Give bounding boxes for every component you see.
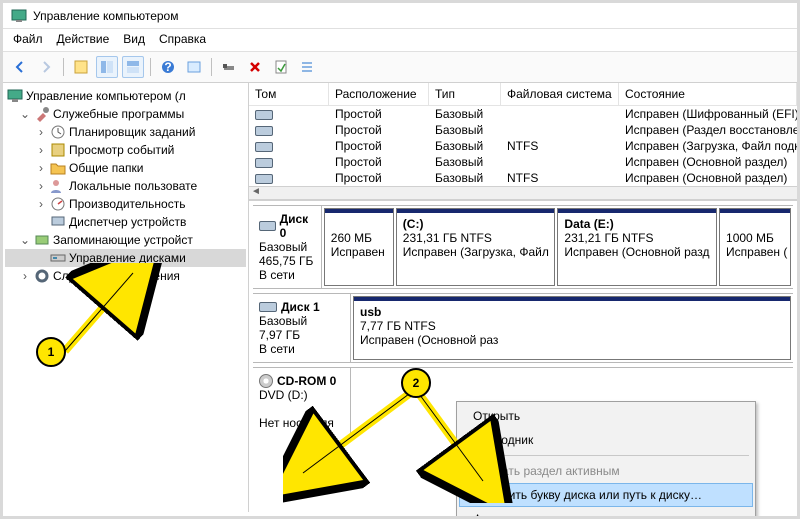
ctx-change-drive-letter[interactable]: Изменить букву диска или путь к диску… — [459, 483, 753, 507]
diskmgmt-icon — [50, 250, 66, 266]
menu-help[interactable]: Справка — [159, 32, 206, 46]
disk1-row[interactable]: Диск 1 Базовый 7,97 ГБ В сети usb7,77 ГБ… — [253, 293, 793, 363]
show-hide-tree-button[interactable] — [70, 56, 92, 78]
computer-management-window: Управление компьютером Файл Действие Вид… — [0, 0, 800, 519]
expand-icon[interactable]: › — [35, 197, 47, 211]
ctx-make-active: Сделать раздел активным — [459, 459, 753, 483]
disk1-partitions: usb7,77 ГБ NTFSИсправен (Основной раз — [351, 294, 793, 362]
tree-services[interactable]: ›Службы и приложения — [5, 267, 246, 285]
ctx-open[interactable]: Открыть — [459, 404, 753, 428]
disk1-header[interactable]: Диск 1 Базовый 7,97 ГБ В сети — [253, 294, 351, 362]
window-title: Управление компьютером — [33, 9, 178, 23]
volume-icon — [255, 174, 273, 184]
menubar: Файл Действие Вид Справка — [3, 29, 797, 52]
nav-tree[interactable]: Управление компьютером (л ⌄ Служебные пр… — [3, 83, 249, 512]
disk0-header[interactable]: Диск 0 Базовый 465,75 ГБ В сети — [253, 206, 322, 288]
ctx-format[interactable]: Форматировать… — [459, 507, 753, 519]
menu-view[interactable]: Вид — [123, 32, 145, 46]
tree-disk-management[interactable]: Управление дисками — [5, 249, 246, 267]
users-icon — [50, 178, 66, 194]
tree-local-users[interactable]: ›Локальные пользовате — [5, 177, 246, 195]
col-state[interactable]: Состояние — [619, 83, 797, 105]
computer-icon — [7, 88, 23, 104]
disk0-partitions: 260 МБИсправен (C:)231,31 ГБ NTFSИсправе… — [322, 206, 793, 288]
disk0-part-e[interactable]: Data (E:)231,21 ГБ NTFSИсправен (Основно… — [557, 208, 717, 286]
volume-list[interactable]: Том Расположение Тип Файловая система Со… — [249, 83, 797, 201]
disk0-part4[interactable]: 1000 МБИсправен ( — [719, 208, 791, 286]
list-button[interactable] — [296, 56, 318, 78]
expand-icon[interactable]: › — [35, 143, 47, 157]
context-menu: Открыть Проводник Сделать раздел активны… — [456, 401, 756, 519]
col-type[interactable]: Тип — [429, 83, 501, 105]
volume-row[interactable]: ПростойБазовыйИсправен (Основной раздел) — [249, 154, 797, 170]
disk0-part-c[interactable]: (C:)231,31 ГБ NTFSИсправен (Загрузка, Фа… — [396, 208, 556, 286]
back-button[interactable] — [9, 56, 31, 78]
tree-device-manager[interactable]: Диспетчер устройств — [5, 213, 246, 231]
disk0-row[interactable]: Диск 0 Базовый 465,75 ГБ В сети 260 МБИс… — [253, 205, 793, 289]
help-button[interactable]: ? — [157, 56, 179, 78]
volume-row[interactable]: ПростойБазовыйИсправен (Раздел восстанов… — [249, 122, 797, 138]
services-icon — [34, 268, 50, 284]
volume-icon — [255, 126, 273, 136]
volume-row[interactable]: ПростойБазовыйNTFSИсправен (Загрузка, Фа… — [249, 138, 797, 154]
expand-icon[interactable]: › — [35, 125, 47, 139]
clock-icon — [50, 124, 66, 140]
folder-share-icon — [50, 160, 66, 176]
horizontal-scrollbar[interactable] — [249, 186, 797, 200]
device-icon — [50, 214, 66, 230]
volume-row[interactable]: ПростойБазовыйИсправен (Шифрованный (EFI… — [249, 106, 797, 122]
tree-task-scheduler[interactable]: ›Планировщик заданий — [5, 123, 246, 141]
tools-icon — [34, 106, 50, 122]
menu-file[interactable]: Файл — [13, 32, 43, 46]
ctx-explorer[interactable]: Проводник — [459, 428, 753, 452]
tree-system-tools[interactable]: ⌄ Служебные программы — [5, 105, 246, 123]
volume-row[interactable]: ПростойБазовыйNTFSИсправен (Основной раз… — [249, 170, 797, 186]
tree-event-viewer[interactable]: ›Просмотр событий — [5, 141, 246, 159]
annotation-marker-2: 2 — [401, 368, 431, 398]
app-icon — [11, 8, 27, 24]
storage-icon — [34, 232, 50, 248]
collapse-icon[interactable]: ⌄ — [19, 233, 31, 247]
expand-icon[interactable]: › — [35, 179, 47, 193]
menu-action[interactable]: Действие — [57, 32, 110, 46]
event-icon — [50, 142, 66, 158]
forward-button[interactable] — [35, 56, 57, 78]
delete-button[interactable] — [244, 56, 266, 78]
collapse-icon[interactable]: ⌄ — [19, 107, 31, 121]
cd-icon — [259, 374, 273, 388]
perf-icon — [50, 196, 66, 212]
svg-text:?: ? — [164, 60, 171, 74]
volume-list-header: Том Расположение Тип Файловая система Со… — [249, 83, 797, 106]
toolbar-separator — [63, 58, 64, 76]
expand-icon[interactable]: › — [19, 269, 31, 283]
tree-storage[interactable]: ⌄Запоминающие устройст — [5, 231, 246, 249]
tree-shared-folders[interactable]: ›Общие папки — [5, 159, 246, 177]
disk-icon — [259, 221, 276, 231]
tree-performance[interactable]: ›Производительность — [5, 195, 246, 213]
disk-icon — [259, 302, 277, 312]
view-button-2[interactable] — [122, 56, 144, 78]
volume-icon — [255, 142, 273, 152]
settings-button[interactable] — [218, 56, 240, 78]
toolbar: ? — [3, 52, 797, 83]
expand-icon[interactable]: › — [35, 161, 47, 175]
titlebar: Управление компьютером — [3, 3, 797, 29]
volume-icon — [255, 158, 273, 168]
disk1-part-usb[interactable]: usb7,77 ГБ NTFSИсправен (Основной раз — [353, 296, 791, 360]
view-button-1[interactable] — [96, 56, 118, 78]
volume-icon — [255, 110, 273, 120]
toolbar-separator — [211, 58, 212, 76]
annotation-marker-1: 1 — [36, 337, 66, 367]
col-volume[interactable]: Том — [249, 83, 329, 105]
disk0-part1[interactable]: 260 МБИсправен — [324, 208, 394, 286]
refresh-button[interactable] — [183, 56, 205, 78]
toolbar-separator — [150, 58, 151, 76]
tree-root[interactable]: Управление компьютером (л — [5, 87, 246, 105]
cdrom-header[interactable]: CD-ROM 0 DVD (D:) Нет носителя — [253, 368, 351, 436]
properties-button[interactable] — [270, 56, 292, 78]
col-layout[interactable]: Расположение — [329, 83, 429, 105]
ctx-separator — [463, 455, 749, 456]
col-filesystem[interactable]: Файловая система — [501, 83, 619, 105]
